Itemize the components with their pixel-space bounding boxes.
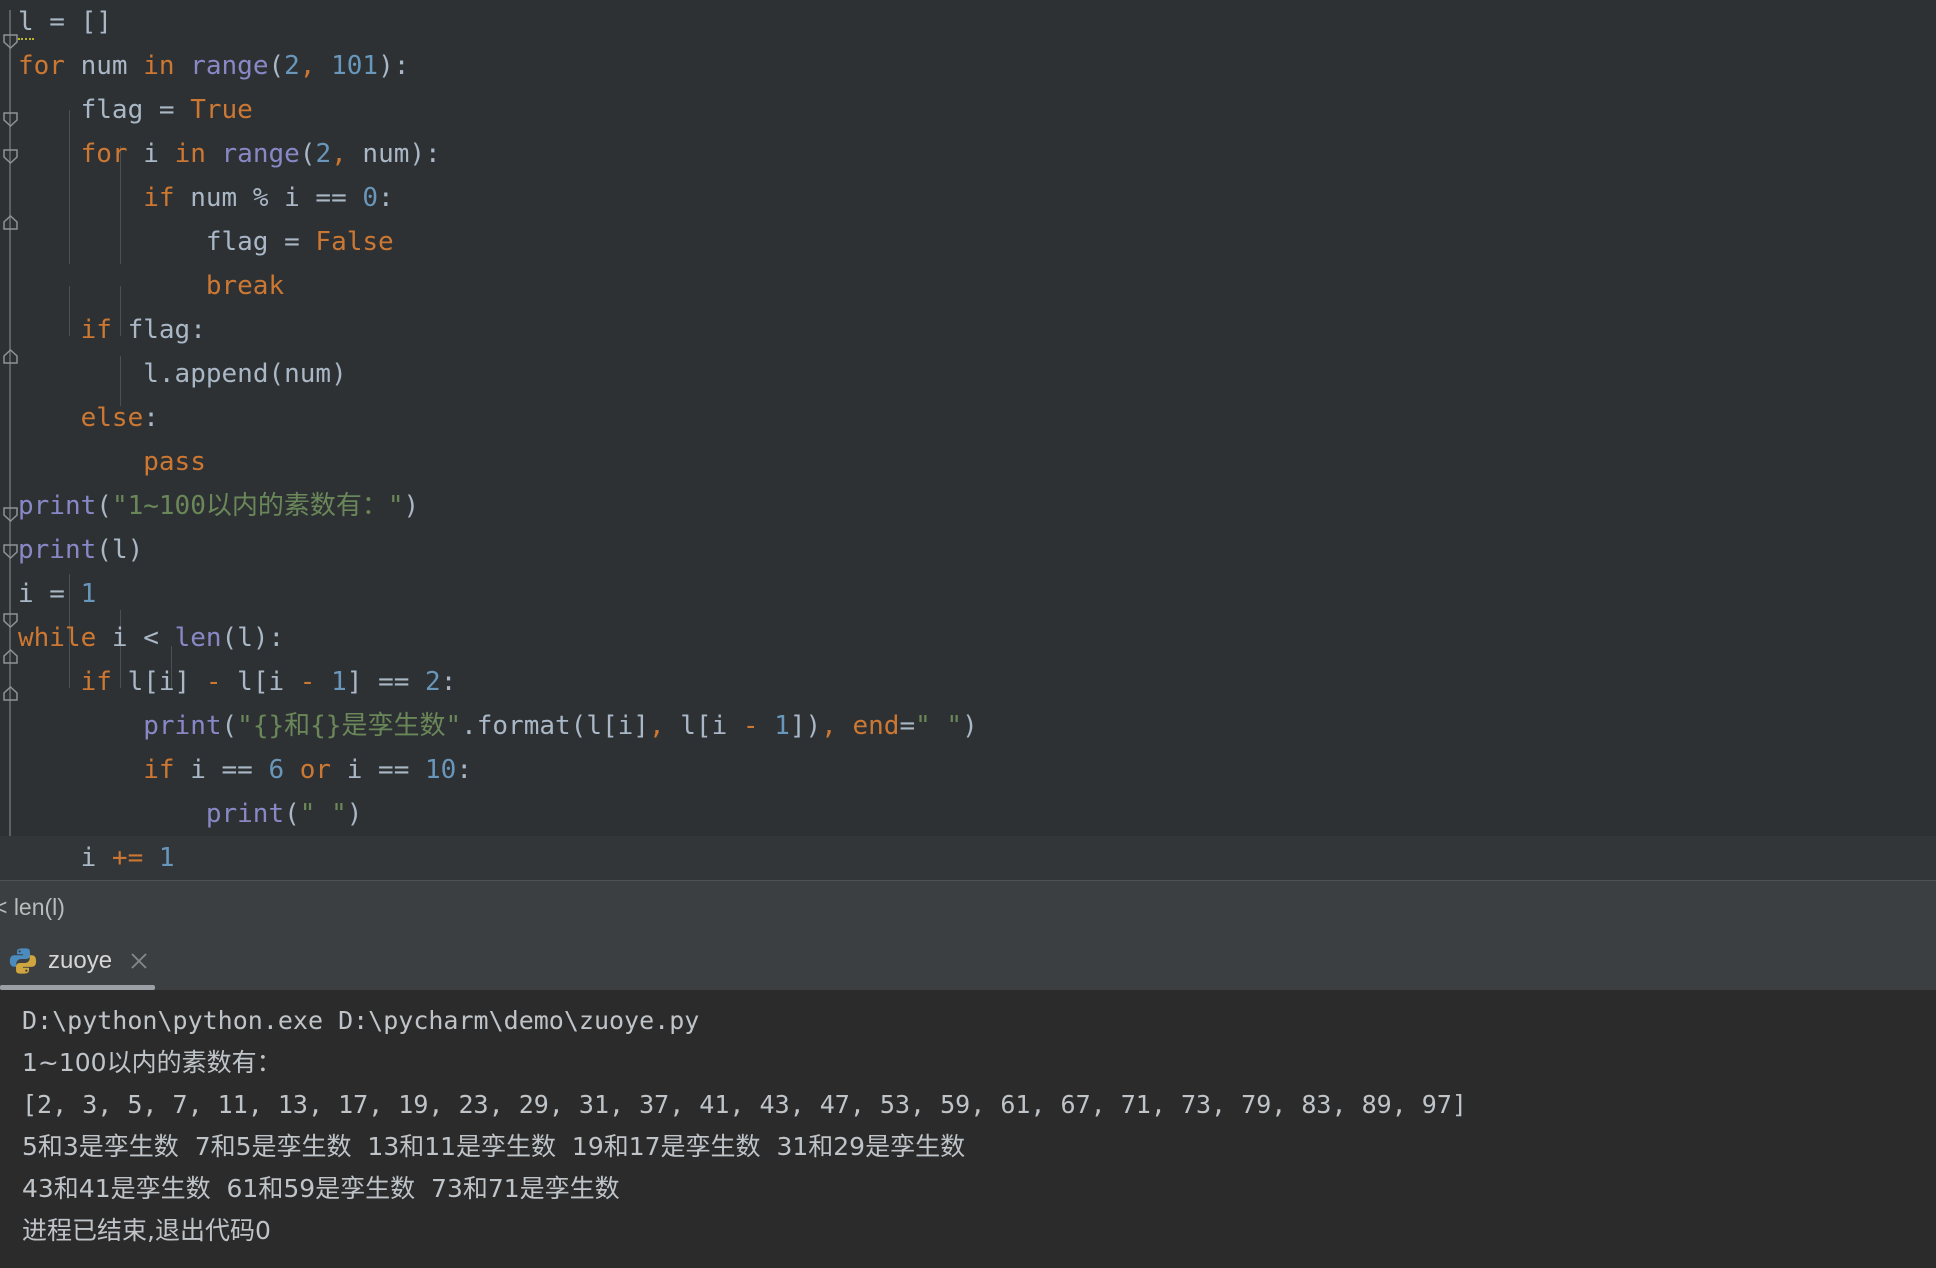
- code-line-14[interactable]: i = 1: [0, 572, 1936, 616]
- console-line-twins-2: 43和41是孪生数 61和59是孪生数 73和71是孪生数: [22, 1174, 620, 1203]
- console-line-header: 1~100以内的素数有：: [22, 1048, 282, 1077]
- run-tool-window[interactable]: zuoye D:\python\python.exe D:\pycharm\de…: [0, 932, 1936, 1268]
- code-line-13[interactable]: print(l): [0, 528, 1936, 572]
- code-line-17[interactable]: print("{}和{}是孪生数".format(l[i], l[i - 1])…: [0, 704, 1936, 748]
- code-editor-pane[interactable]: l = [] for num in range(2, 101): flag = …: [0, 0, 1936, 880]
- run-tab-zuoye[interactable]: zuoye: [0, 932, 155, 990]
- breadcrumb-bar[interactable]: < len(l): [0, 880, 1936, 934]
- code-line-20[interactable]: i += 1: [0, 836, 1936, 880]
- code-line-10[interactable]: else:: [0, 396, 1936, 440]
- code-line-11[interactable]: pass: [0, 440, 1936, 484]
- code-line-7[interactable]: break: [0, 264, 1936, 308]
- code-line-16[interactable]: if l[i] - l[i - 1] == 2:: [0, 660, 1936, 704]
- code-line-1[interactable]: l = []: [0, 0, 1936, 44]
- console-line-exit: 进程已结束,退出代码0: [22, 1216, 271, 1245]
- code-line-4[interactable]: for i in range(2, num):: [0, 132, 1936, 176]
- run-tab-label: zuoye: [48, 947, 113, 974]
- code-line-12[interactable]: print("1~100以内的素数有："): [0, 484, 1936, 528]
- code-lines[interactable]: l = [] for num in range(2, 101): flag = …: [0, 0, 1936, 880]
- console-line-command: D:\python\python.exe D:\pycharm\demo\zuo…: [22, 1006, 700, 1035]
- run-tab-bar[interactable]: zuoye: [0, 932, 1936, 990]
- console-line-twins-1: 5和3是孪生数 7和5是孪生数 13和11是孪生数 19和17是孪生数 31和2…: [22, 1132, 966, 1161]
- code-line-3[interactable]: flag = True: [0, 88, 1936, 132]
- code-line-9[interactable]: l.append(num): [0, 352, 1936, 396]
- python-file-icon: [8, 946, 38, 976]
- code-line-5[interactable]: if num % i == 0:: [0, 176, 1936, 220]
- code-line-19[interactable]: print(" "): [0, 792, 1936, 836]
- breadcrumb[interactable]: < len(l): [0, 881, 65, 933]
- code-line-15[interactable]: while i < len(l):: [0, 616, 1936, 660]
- code-line-18[interactable]: if i == 6 or i == 10:: [0, 748, 1936, 792]
- code-line-6[interactable]: flag = False: [0, 220, 1936, 264]
- close-icon[interactable]: [128, 950, 150, 972]
- code-line-8[interactable]: if flag:: [0, 308, 1936, 352]
- console-output[interactable]: D:\python\python.exe D:\pycharm\demo\zuo…: [0, 990, 1936, 1268]
- code-line-2[interactable]: for num in range(2, 101):: [0, 44, 1936, 88]
- console-line-primes: [2, 3, 5, 7, 11, 13, 17, 19, 23, 29, 31,…: [22, 1090, 1467, 1119]
